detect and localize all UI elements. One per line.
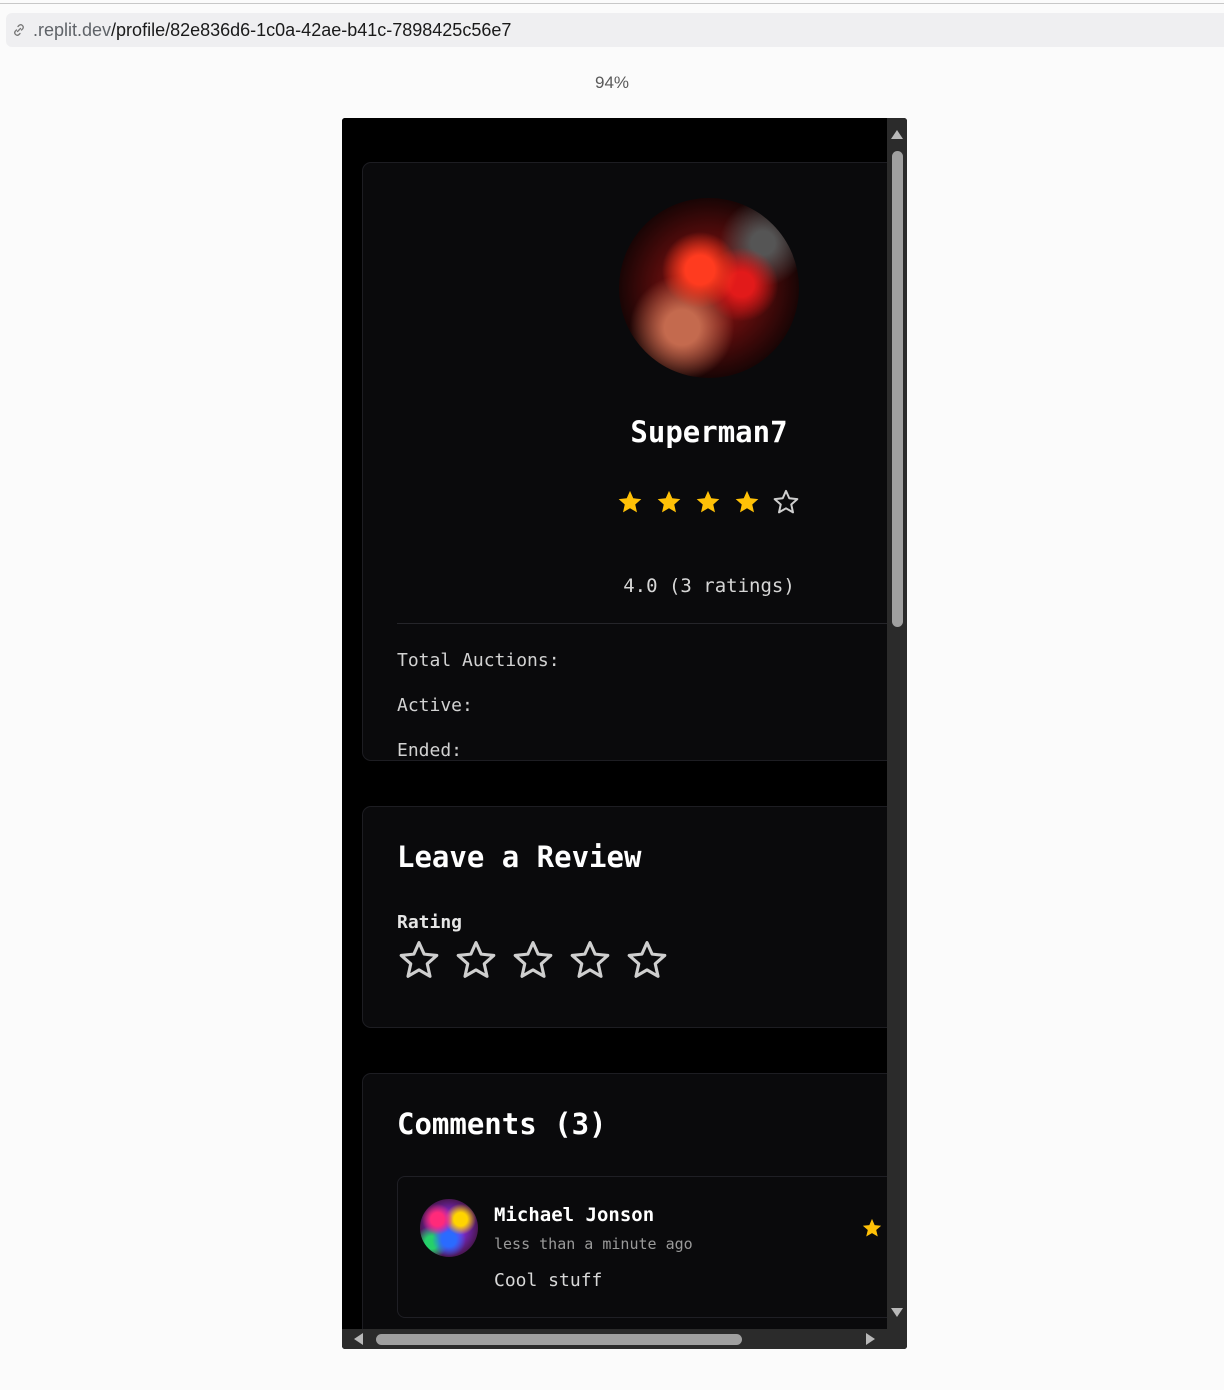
page-viewport: Superman7 4.0 (3 ratings) Total Auctions… (342, 118, 887, 1329)
url-host: .replit.dev (33, 20, 112, 40)
comment-avatar (420, 1199, 478, 1257)
stat-total-auctions: Total Auctions: (397, 650, 560, 671)
rating-star-3-icon[interactable] (511, 938, 555, 982)
scroll-up-arrow-icon[interactable] (891, 130, 903, 139)
vertical-scrollbar[interactable] (887, 118, 907, 1329)
url-text[interactable]: .replit.dev/profile/82e836d6-1c0a-42ae-b… (33, 20, 511, 41)
review-card: Leave a Review Rating (362, 806, 887, 1028)
rating-star-1-icon[interactable] (397, 938, 441, 982)
star-filled-icon (657, 490, 681, 513)
rating-star-2-icon[interactable] (454, 938, 498, 982)
horizontal-scroll-thumb[interactable] (376, 1334, 742, 1345)
star-filled-icon (618, 490, 642, 513)
rating-star-5-icon[interactable] (625, 938, 669, 982)
browser-top-border (0, 3, 1224, 4)
comment-time: less than a minute ago (494, 1235, 693, 1253)
star-filled-icon (696, 490, 720, 513)
comment-author: Michael Jonson (494, 1204, 655, 1226)
device-frame: Superman7 4.0 (3 ratings) Total Auctions… (342, 118, 907, 1349)
comment-rating-star-icon (862, 1218, 882, 1237)
url-path: /profile/82e836d6-1c0a-42ae-b41c-7898425… (111, 20, 512, 40)
profile-card: Superman7 4.0 (3 ratings) Total Auctions… (362, 162, 887, 761)
review-title: Leave a Review (397, 840, 642, 874)
profile-rating-text: 4.0 (3 ratings) (623, 575, 795, 597)
scrollbar-corner (887, 1329, 907, 1349)
profile-username: Superman7 (630, 415, 788, 449)
review-star-input[interactable] (397, 938, 682, 987)
comment-item: Michael Jonson less than a minute ago Co… (397, 1176, 887, 1318)
profile-divider (397, 623, 887, 624)
scroll-right-arrow-icon[interactable] (866, 1333, 875, 1345)
comments-card: Comments (3) Michael Jonson less than a … (362, 1073, 887, 1329)
star-filled-icon (735, 490, 759, 513)
comments-title: Comments (3) (397, 1107, 607, 1141)
horizontal-scrollbar[interactable] (342, 1329, 907, 1349)
stat-ended: Ended: (397, 740, 463, 761)
star-empty-icon (773, 489, 799, 514)
stat-active: Active: (397, 695, 473, 716)
scroll-down-arrow-icon[interactable] (891, 1308, 903, 1317)
profile-rating-stars (616, 488, 811, 521)
zoom-level: 94% (594, 73, 630, 92)
address-bar[interactable]: .replit.dev/profile/82e836d6-1c0a-42ae-b… (6, 13, 1224, 47)
vertical-scroll-thumb[interactable] (892, 151, 903, 627)
scroll-left-arrow-icon[interactable] (354, 1333, 363, 1345)
comment-text: Cool stuff (494, 1270, 603, 1291)
profile-avatar (619, 198, 799, 378)
rating-label: Rating (397, 912, 463, 933)
link-icon (14, 24, 24, 36)
rating-star-4-icon[interactable] (568, 938, 612, 982)
